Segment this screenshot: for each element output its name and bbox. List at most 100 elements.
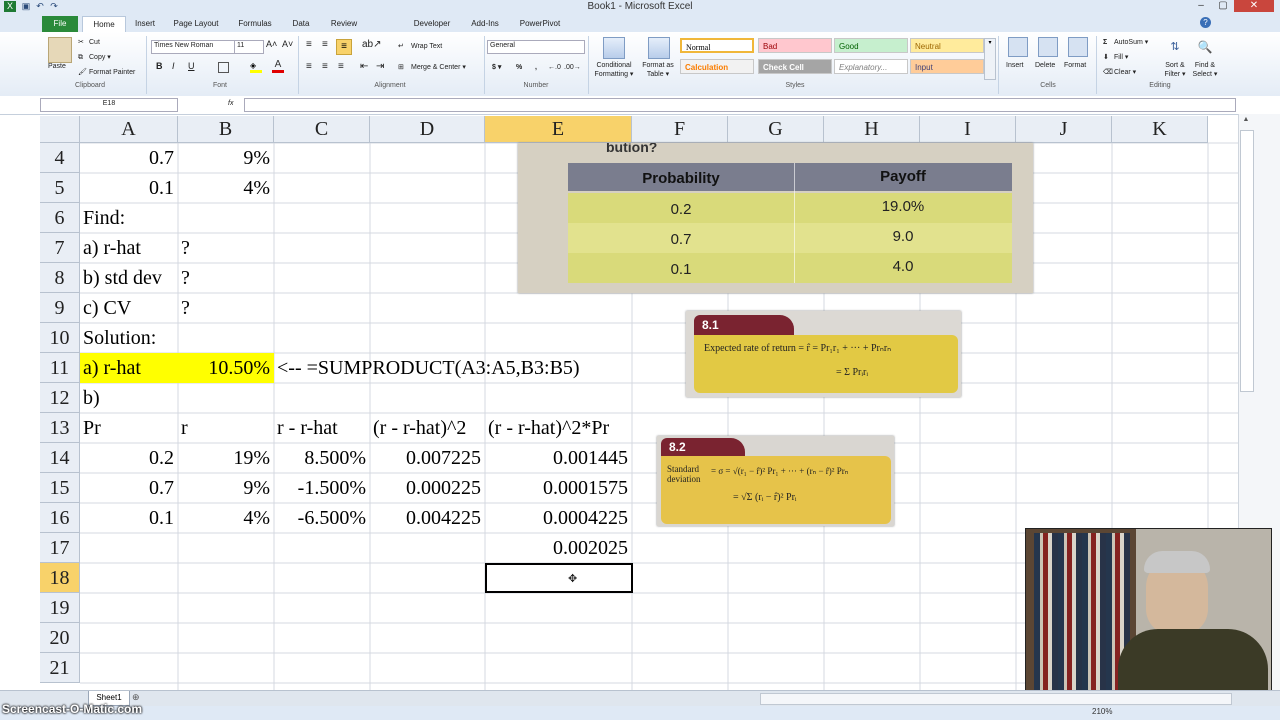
fill-button[interactable]: Fill ▾ <box>1114 53 1128 62</box>
cell-a6[interactable]: Find: <box>83 203 125 233</box>
format-as-table-button[interactable]: Format as Table ▾ <box>638 61 678 79</box>
column-header-a[interactable]: A <box>80 116 178 143</box>
cell-b9[interactable]: ? <box>181 293 190 323</box>
cell-e13[interactable]: (r - r-hat)^2*Pr <box>488 413 609 443</box>
merge-center-button[interactable]: Merge & Center ▾ <box>411 63 466 72</box>
wrap-text-button[interactable]: Wrap Text <box>411 42 442 51</box>
comma-style-button[interactable]: , <box>535 63 537 72</box>
formula-card-std-dev[interactable]: 8.2 Standard deviation = σ = √(r₁ − r̂)²… <box>657 436 894 526</box>
delete-cells-icon[interactable] <box>1038 37 1058 57</box>
column-header-c[interactable]: C <box>274 116 370 143</box>
column-header-g[interactable]: G <box>728 116 824 143</box>
cell-a7[interactable]: a) r-hat <box>83 233 141 263</box>
tab-home[interactable]: Home <box>82 16 126 33</box>
row-header-13[interactable]: 13 <box>40 413 80 443</box>
format-cells-button[interactable]: Format <box>1064 61 1086 70</box>
undo-icon[interactable]: ↶ <box>34 1 46 12</box>
cell-style-bad[interactable]: Bad <box>758 38 832 53</box>
underline-button[interactable]: U <box>188 62 195 71</box>
cell-b15[interactable]: 9% <box>178 473 270 503</box>
cell-b11[interactable]: 10.50% <box>178 353 274 383</box>
cell-a4[interactable]: 0.7 <box>80 143 174 173</box>
cell-b14[interactable]: 19% <box>178 443 270 473</box>
cell-style-neutral[interactable]: Neutral <box>910 38 984 53</box>
redo-icon[interactable]: ↷ <box>48 1 60 12</box>
tab-page-layout[interactable]: Page Layout <box>168 16 224 32</box>
number-format-select[interactable]: General <box>487 40 585 54</box>
format-painter-button[interactable]: Format Painter <box>89 68 135 77</box>
align-top-icon[interactable]: ≡ <box>306 40 312 50</box>
decrease-indent-icon[interactable]: ⇤ <box>360 62 368 72</box>
cell-a5[interactable]: 0.1 <box>80 173 174 203</box>
row-header-19[interactable]: 19 <box>40 593 80 623</box>
copy-icon[interactable]: ⧉ <box>78 53 83 62</box>
tab-file[interactable]: File <box>42 16 78 32</box>
cell-c16[interactable]: -6.500% <box>274 503 366 533</box>
cell-style-good[interactable]: Good <box>834 38 908 53</box>
formula-input[interactable] <box>244 98 1236 112</box>
styles-more-icon[interactable]: ▾ <box>984 38 996 80</box>
cell-a10[interactable]: Solution: <box>83 323 156 353</box>
row-header-8[interactable]: 8 <box>40 263 80 293</box>
horizontal-scrollbar[interactable] <box>760 693 1232 705</box>
increase-decimal-icon[interactable]: ←.0 <box>548 63 561 72</box>
row-header-18[interactable]: 18 <box>40 563 80 593</box>
find-select-button[interactable]: Find & Select ▾ <box>1188 61 1222 79</box>
cell-a15[interactable]: 0.7 <box>80 473 174 503</box>
column-header-e[interactable]: E <box>485 116 632 143</box>
merge-icon[interactable]: ⊞ <box>398 63 404 72</box>
borders-icon[interactable] <box>218 62 229 73</box>
row-header-20[interactable]: 20 <box>40 623 80 653</box>
autosum-button[interactable]: AutoSum ▾ <box>1114 38 1148 47</box>
column-header-d[interactable]: D <box>370 116 485 143</box>
font-color-icon[interactable]: A <box>272 60 284 73</box>
cell-b13[interactable]: r <box>181 413 188 443</box>
row-header-15[interactable]: 15 <box>40 473 80 503</box>
column-header-b[interactable]: B <box>178 116 274 143</box>
cell-style-normal[interactable]: Normal <box>680 38 754 53</box>
column-header-j[interactable]: J <box>1016 116 1112 143</box>
active-cell-border[interactable] <box>485 563 633 593</box>
cell-a9[interactable]: c) CV <box>83 293 131 323</box>
percent-style-button[interactable]: % <box>516 63 522 72</box>
bold-button[interactable]: B <box>156 62 163 71</box>
cell-style-input[interactable]: Input <box>910 59 984 74</box>
cell-style-check-cell[interactable]: Check Cell <box>758 59 832 74</box>
find-select-icon[interactable]: 🔍 <box>1196 38 1214 56</box>
maximize-button[interactable]: ▢ <box>1212 0 1234 12</box>
orientation-icon[interactable]: ab↗ <box>362 40 382 50</box>
row-header-21[interactable]: 21 <box>40 653 80 683</box>
fill-icon[interactable]: ⬇ <box>1103 53 1109 62</box>
cell-a13[interactable]: Pr <box>83 413 101 443</box>
sort-filter-button[interactable]: Sort & Filter ▾ <box>1158 61 1192 79</box>
cell-a11[interactable]: a) r-hat <box>80 353 178 383</box>
cell-a14[interactable]: 0.2 <box>80 443 174 473</box>
row-header-7[interactable]: 7 <box>40 233 80 263</box>
cut-icon[interactable]: ✂ <box>78 38 84 47</box>
row-header-16[interactable]: 16 <box>40 503 80 533</box>
cell-e15[interactable]: 0.0001575 <box>485 473 628 503</box>
cell-b8[interactable]: ? <box>181 263 190 293</box>
save-icon[interactable]: ▣ <box>20 1 32 12</box>
align-left-icon[interactable]: ≡ <box>306 62 312 72</box>
autosum-icon[interactable]: Σ <box>1103 38 1107 47</box>
shrink-font-icon[interactable]: A˅ <box>282 40 293 49</box>
textbook-table-image[interactable]: bution? Probability Payoff 0.2 19.0% 0.7… <box>518 143 1033 293</box>
cut-button[interactable]: Cut <box>89 38 100 47</box>
row-header-9[interactable]: 9 <box>40 293 80 323</box>
align-right-icon[interactable]: ≡ <box>338 62 344 72</box>
accounting-format-button[interactable]: $ ▾ <box>492 63 501 72</box>
clear-icon[interactable]: ⌫ <box>1103 68 1113 77</box>
cell-c15[interactable]: -1.500% <box>274 473 366 503</box>
row-header-10[interactable]: 10 <box>40 323 80 353</box>
cell-a12[interactable]: b) <box>83 383 100 413</box>
tab-powerpivot[interactable]: PowerPivot <box>514 16 566 32</box>
tab-formulas[interactable]: Formulas <box>232 16 278 32</box>
cell-e16[interactable]: 0.0004225 <box>485 503 628 533</box>
insert-cells-button[interactable]: Insert <box>1006 61 1024 70</box>
tab-add-ins[interactable]: Add-Ins <box>464 16 506 32</box>
row-header-4[interactable]: 4 <box>40 143 80 173</box>
cell-d14[interactable]: 0.007225 <box>370 443 481 473</box>
clear-button[interactable]: Clear ▾ <box>1114 68 1136 77</box>
cell-a16[interactable]: 0.1 <box>80 503 174 533</box>
